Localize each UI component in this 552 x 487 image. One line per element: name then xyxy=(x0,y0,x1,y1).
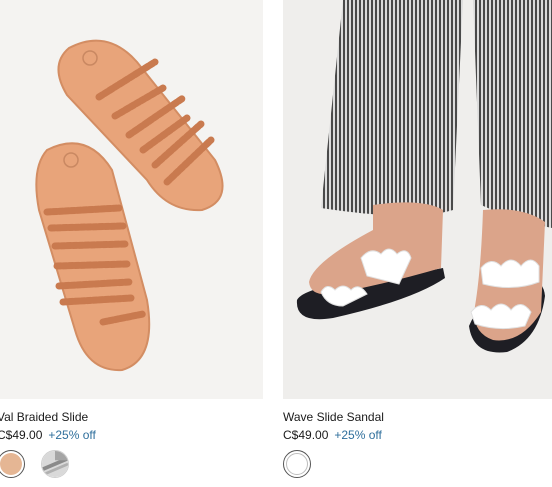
color-swatch-grey[interactable] xyxy=(41,450,69,478)
product-name[interactable]: Val Braided Slide xyxy=(0,410,88,424)
product-image-wave-slide-sandal[interactable] xyxy=(283,0,552,399)
product-price: C$49.00 xyxy=(283,428,329,442)
product-card-wave-slide-sandal[interactable]: Wave Slide Sandal C$49.00 +25% off xyxy=(283,0,552,478)
color-swatch-white[interactable] xyxy=(283,450,311,478)
product-price: C$49.00 xyxy=(0,428,43,442)
swatch-fill xyxy=(0,453,22,475)
promo-badge: +25% off xyxy=(334,428,382,442)
promo-badge: +25% off xyxy=(48,428,96,442)
braided-slide-illustration xyxy=(35,39,224,372)
product-card-val-braided-slide[interactable]: Val Braided Slide C$49.00 +25% off xyxy=(0,0,263,478)
swatch-fill xyxy=(286,453,308,475)
swatch-pattern-icon xyxy=(42,451,68,477)
price-line: C$49.00 +25% off xyxy=(0,428,96,442)
color-swatch-tan[interactable] xyxy=(0,450,25,478)
product-image-val-braided-slide[interactable] xyxy=(0,0,263,399)
wave-sandal-illustration xyxy=(296,0,552,353)
price-line: C$49.00 +25% off xyxy=(283,428,382,442)
product-name[interactable]: Wave Slide Sandal xyxy=(283,410,384,424)
